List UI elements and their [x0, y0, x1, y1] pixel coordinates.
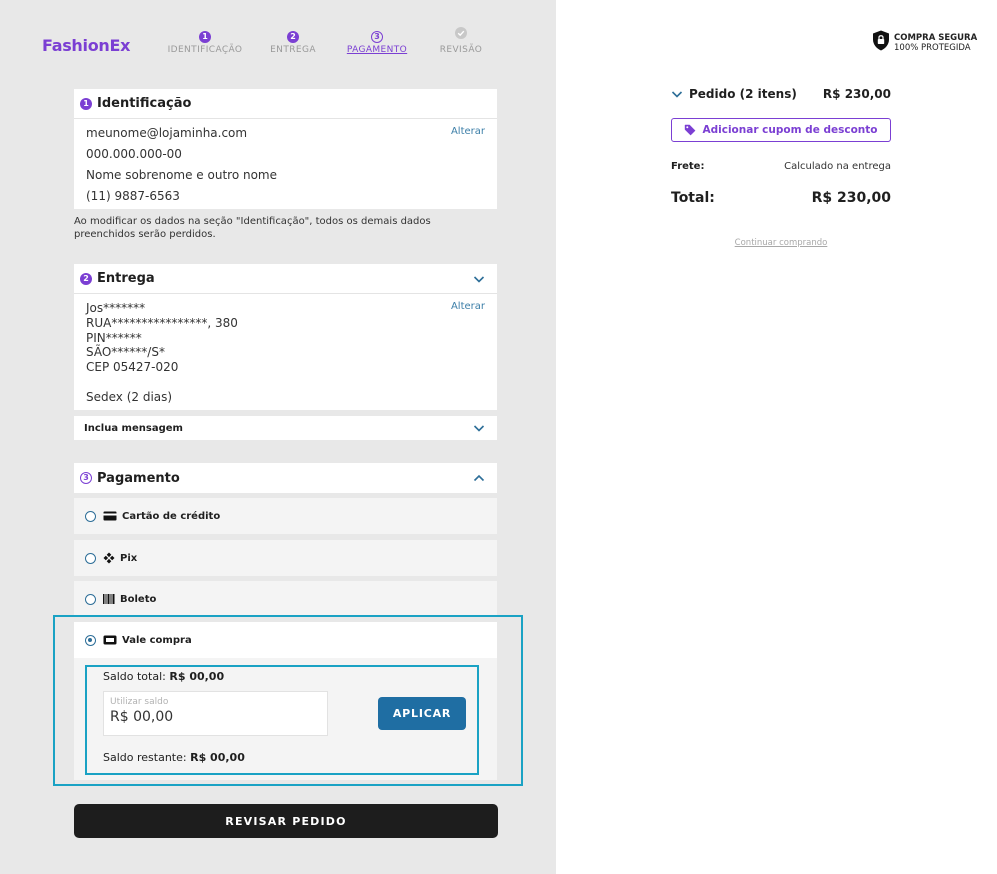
- step-number: 2: [287, 31, 299, 43]
- saldo-restante-value: R$ 00,00: [190, 751, 245, 764]
- tag-icon: [684, 124, 696, 136]
- section-title: Entrega: [97, 271, 155, 286]
- radio-button[interactable]: [85, 552, 96, 564]
- identificacao-header: 1 Identificação: [74, 89, 497, 119]
- step-entrega[interactable]: 2 ENTREGA: [248, 24, 338, 55]
- shield-lock-icon: [872, 30, 890, 55]
- saldo-total: Saldo total: R$ 00,00: [103, 670, 224, 683]
- step-label: IDENTIFICAÇÃO: [167, 45, 243, 55]
- step-number: 1: [199, 31, 211, 43]
- section-number-badge: 2: [80, 272, 92, 285]
- step-label: PAGAMENTO: [346, 45, 408, 55]
- payment-option-pix[interactable]: Pix: [74, 540, 497, 576]
- email-text: meunome@lojaminha.com: [86, 126, 248, 140]
- checkout-form-panel: FashionEx 1 IDENTIFICAÇÃO 2 ENTREGA 3 PA…: [0, 0, 556, 874]
- radio-button[interactable]: [85, 510, 96, 522]
- credit-card-icon: [103, 511, 117, 521]
- barcode-icon: [103, 594, 115, 604]
- cpf-text: 000.000.000-00: [86, 147, 182, 161]
- payment-option-boleto[interactable]: Boleto: [74, 581, 497, 617]
- step-revisao[interactable]: REVISÃO: [416, 24, 506, 55]
- saldo-input-value: R$ 00,00: [110, 709, 174, 725]
- brand-logo[interactable]: FashionEx: [42, 36, 130, 55]
- entrega-header[interactable]: 2 Entrega: [74, 264, 497, 294]
- chevron-up-icon[interactable]: [473, 472, 485, 484]
- frete-label: Frete:: [671, 161, 705, 172]
- include-message-label: Inclua mensagem: [84, 422, 183, 434]
- radio-button[interactable]: [85, 593, 96, 605]
- saldo-restante: Saldo restante: R$ 00,00: [103, 751, 245, 764]
- saldo-total-label: Saldo total:: [103, 670, 166, 683]
- add-coupon-button[interactable]: Adicionar cupom de desconto: [671, 118, 891, 142]
- add-coupon-label: Adicionar cupom de desconto: [702, 124, 878, 136]
- secure-line-1: COMPRA SEGURA: [894, 32, 978, 43]
- pix-icon: [103, 552, 115, 564]
- saldo-total-value: R$ 00,00: [169, 670, 225, 683]
- payment-option-label: Boleto: [120, 593, 157, 605]
- secure-purchase-badge: COMPRA SEGURA 100% PROTEGIDA: [872, 30, 977, 55]
- recipient-text: Jos*******: [86, 301, 146, 315]
- total-label: Total:: [671, 190, 715, 206]
- order-value: R$ 230,00: [822, 87, 891, 101]
- step-pagamento[interactable]: 3 PAGAMENTO: [332, 24, 422, 55]
- city-text: SÃO******/S*: [86, 345, 165, 359]
- shipping-method-text: Sedex (2 dias): [86, 390, 173, 404]
- section-number-badge: 3: [80, 472, 92, 484]
- chevron-down-icon[interactable]: [473, 273, 485, 285]
- total-row: Total: R$ 230,00: [671, 190, 891, 206]
- section-title: Pagamento: [97, 470, 180, 486]
- alterar-entrega-link[interactable]: Alterar: [451, 301, 485, 312]
- step-identificacao[interactable]: 1 IDENTIFICAÇÃO: [160, 24, 250, 55]
- revisar-pedido-button[interactable]: REVISAR PEDIDO: [74, 804, 498, 838]
- entrega-card: 2 Entrega Alterar Jos******* RUA********…: [74, 264, 497, 410]
- section-number-badge: 1: [80, 97, 92, 110]
- district-text: PIN******: [86, 331, 142, 345]
- frete-value: Calculado na entrega: [784, 161, 891, 172]
- alterar-identificacao-link[interactable]: Alterar: [451, 126, 485, 137]
- include-message-toggle[interactable]: Inclua mensagem: [74, 416, 497, 440]
- order-items-toggle[interactable]: Pedido (2 itens) R$ 230,00: [671, 87, 891, 101]
- payment-option-credit-card[interactable]: Cartão de crédito: [74, 498, 497, 534]
- saldo-input-placeholder: Utilizar saldo: [110, 697, 169, 707]
- phone-text: (11) 9887-6563: [86, 189, 180, 203]
- check-icon: [455, 27, 467, 39]
- total-value: R$ 230,00: [811, 190, 891, 206]
- payment-option-label: Cartão de crédito: [122, 510, 221, 522]
- cep-text: CEP 05427-020: [86, 360, 179, 374]
- payment-option-label: Pix: [120, 552, 138, 564]
- order-label: Pedido (2 itens): [689, 87, 797, 101]
- aplicar-button[interactable]: APLICAR: [378, 697, 466, 730]
- pagamento-header[interactable]: 3 Pagamento: [74, 463, 497, 493]
- step-label: ENTREGA: [270, 45, 316, 55]
- secure-line-2: 100% PROTEGIDA: [894, 42, 971, 53]
- step-label: REVISÃO: [439, 45, 483, 55]
- name-text: Nome sobrenome e outro nome: [86, 168, 277, 182]
- identificacao-warning-note: Ao modificar os dados na seção "Identifi…: [74, 216, 431, 240]
- saldo-restante-label: Saldo restante:: [103, 751, 187, 764]
- chevron-down-icon: [473, 425, 485, 432]
- saldo-input-field[interactable]: Utilizar saldo R$ 00,00: [103, 691, 328, 736]
- step-number: 3: [371, 31, 383, 43]
- frete-row: Frete: Calculado na entrega: [671, 161, 891, 172]
- chevron-down-icon: [671, 91, 683, 98]
- pagamento-card: 3 Pagamento: [74, 463, 497, 493]
- street-text: RUA****************, 380: [86, 316, 238, 330]
- section-title: Identificação: [97, 96, 192, 111]
- continue-shopping-link[interactable]: Continuar comprando: [671, 238, 891, 248]
- identificacao-card: 1 Identificação Alterar meunome@lojaminh…: [74, 89, 497, 209]
